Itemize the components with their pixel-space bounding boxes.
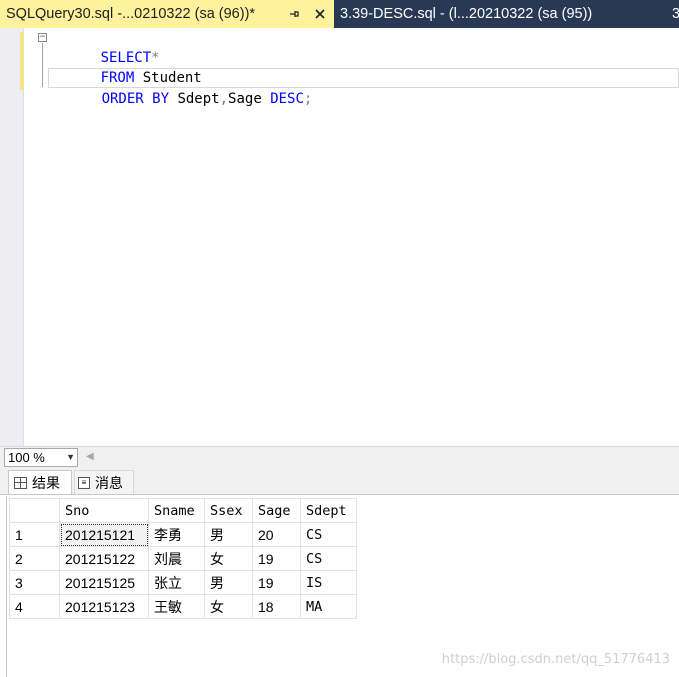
code-line-3-current[interactable]: ORDER BY Sdept,Sage DESC;	[48, 68, 679, 107]
editor-gutter	[0, 28, 24, 446]
close-icon[interactable]	[310, 4, 330, 24]
cell-sdept[interactable]: MA	[300, 594, 357, 619]
operator-semicolon: ;	[303, 91, 313, 107]
cell-sname[interactable]: 李勇	[148, 522, 205, 547]
header-row: Sno Sname Ssex Sage Sdept	[9, 498, 357, 523]
cell-ssex[interactable]: 男	[204, 522, 253, 547]
cell-sno[interactable]: 201215123	[59, 594, 149, 619]
tab-overflow[interactable]: 3	[670, 0, 679, 28]
tab-title: SQLQuery30.sql -...0210322 (sa (96))*	[6, 6, 256, 22]
tab-title: 3	[672, 6, 679, 22]
code-line-2[interactable]: FROM Student	[50, 48, 202, 86]
pin-icon[interactable]	[284, 4, 304, 24]
watermark: https://blog.csdn.net/qq_51776413	[441, 652, 670, 667]
tab-title: 3.39-DESC.sql - (l...20210322 (sa (95))	[340, 6, 593, 22]
column-header-sage[interactable]: Sage	[252, 498, 301, 523]
keyword-order-by: ORDER BY	[101, 91, 170, 107]
cell-ssex[interactable]: 女	[204, 546, 253, 571]
column-header-sno[interactable]: Sno	[59, 498, 149, 523]
row-number[interactable]: 3	[9, 570, 60, 595]
chevron-down-icon: ▼	[66, 452, 75, 462]
cell-sdept[interactable]: CS	[300, 522, 357, 547]
row-number[interactable]: 4	[9, 594, 60, 619]
column-header-rownum[interactable]	[9, 498, 60, 523]
column-sage: Sage	[228, 91, 271, 107]
zoom-bar: 100 % ▼ ◀	[0, 446, 679, 468]
cell-sage[interactable]: 19	[252, 546, 301, 571]
row-number[interactable]: 2	[9, 546, 60, 571]
zoom-value: 100 %	[8, 450, 45, 465]
column-sdept: Sdept	[169, 91, 220, 107]
scroll-left-icon[interactable]: ◀	[86, 451, 94, 462]
cell-sage[interactable]: 18	[252, 594, 301, 619]
tab-messages[interactable]: ≡ 消息	[74, 470, 134, 494]
tab-3-39-desc[interactable]: 3.39-DESC.sql - (l...20210322 (sa (95))	[334, 0, 634, 28]
tab-results-label: 结果	[32, 474, 60, 491]
zoom-dropdown[interactable]: 100 % ▼	[4, 448, 78, 467]
cell-sname[interactable]: 刘晨	[148, 546, 205, 571]
cell-sage[interactable]: 19	[252, 570, 301, 595]
cell-ssex[interactable]: 女	[204, 594, 253, 619]
tab-messages-label: 消息	[95, 474, 123, 491]
tab-sqlquery30[interactable]: SQLQuery30.sql -...0210322 (sa (96))*	[0, 0, 334, 28]
fold-guide	[42, 43, 43, 87]
cell-sname[interactable]: 王敏	[148, 594, 205, 619]
results-pane: Sno Sname Ssex Sage Sdept 1 201215121 李勇…	[0, 494, 679, 677]
results-tab-strip: 结果 ≡ 消息	[0, 468, 679, 494]
query-editor[interactable]: − SELECT* FROM Student ORDER BY Sdept,Sa…	[0, 28, 679, 446]
cell-sno[interactable]: 201215121	[59, 522, 149, 547]
cell-sdept[interactable]: IS	[300, 570, 357, 595]
table-row[interactable]: 3 201215125 张立 男 19 IS	[9, 570, 357, 595]
keyword-desc: DESC	[270, 91, 304, 107]
results-grid[interactable]: Sno Sname Ssex Sage Sdept 1 201215121 李勇…	[9, 498, 357, 619]
message-icon: ≡	[78, 476, 90, 489]
code-line-1[interactable]: SELECT*	[50, 28, 160, 66]
column-header-sdept[interactable]: Sdept	[300, 498, 357, 523]
column-header-ssex[interactable]: Ssex	[204, 498, 253, 523]
collapse-icon[interactable]: −	[38, 33, 47, 42]
cell-sage[interactable]: 20	[252, 522, 301, 547]
cell-ssex[interactable]: 男	[204, 570, 253, 595]
results-grid-frame: Sno Sname Ssex Sage Sdept 1 201215121 李勇…	[6, 496, 679, 677]
cell-sname[interactable]: 张立	[148, 570, 205, 595]
grid-icon	[14, 476, 27, 489]
table-row[interactable]: 1 201215121 李勇 男 20 CS	[9, 522, 357, 547]
cell-sno[interactable]: 201215125	[59, 570, 149, 595]
table-row[interactable]: 2 201215122 刘晨 女 19 CS	[9, 546, 357, 571]
cell-sno[interactable]: 201215122	[59, 546, 149, 571]
code-area[interactable]: − SELECT* FROM Student ORDER BY Sdept,Sa…	[24, 28, 679, 446]
column-header-sname[interactable]: Sname	[148, 498, 205, 523]
cell-sdept[interactable]: CS	[300, 546, 357, 571]
document-tab-strip: SQLQuery30.sql -...0210322 (sa (96))* 3.…	[0, 0, 679, 28]
row-number[interactable]: 1	[9, 522, 60, 547]
tab-results[interactable]: 结果	[8, 470, 72, 494]
table-row[interactable]: 4 201215123 王敏 女 18 MA	[9, 594, 357, 619]
operator-comma: ,	[219, 91, 229, 107]
